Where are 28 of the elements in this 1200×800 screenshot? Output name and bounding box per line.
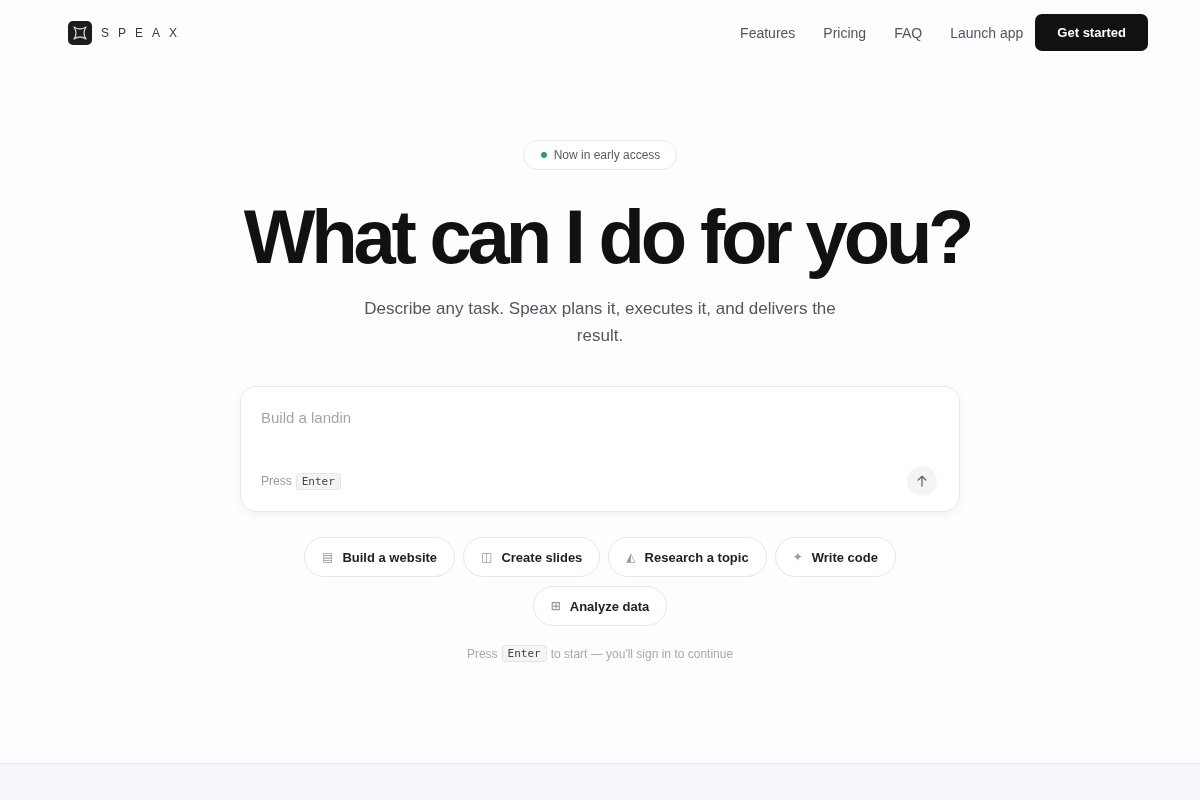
- hero-subtitle: Describe any task. Speax plans it, executes it, and delivers the result.: [363, 298, 837, 347]
- nav-link[interactable]: Features: [740, 24, 796, 41]
- send-button[interactable]: [907, 466, 937, 496]
- footer-hint-text: Press: [466, 646, 498, 661]
- nav-link[interactable]: FAQ: [894, 24, 923, 41]
- suggestion-chip[interactable]: ◭ Research a topic: [608, 537, 767, 577]
- arrow-up-icon: [916, 475, 928, 487]
- footer-hint-text: to start — you'll sign in to continue: [550, 646, 734, 661]
- enter-key: Enter: [501, 645, 547, 662]
- prompt-field[interactable]: Build a landin: [261, 407, 937, 429]
- get-started-button[interactable]: Get started: [1035, 14, 1148, 51]
- suggestion-chip[interactable]: ▤ Build a website: [304, 537, 456, 577]
- split-square-icon: ◫: [481, 551, 493, 563]
- squared-plus-icon: ⊞: [550, 600, 561, 612]
- hint-text: Press: [261, 474, 292, 488]
- status-dot-icon: [540, 152, 547, 158]
- logo-wordmark: SPEAX: [101, 26, 187, 39]
- suggestion-chip[interactable]: ✦ Write code: [774, 537, 896, 577]
- nav-link[interactable]: Launch app: [950, 24, 1024, 41]
- lined-square-icon: ▤: [322, 551, 334, 563]
- logo-icon: [68, 20, 92, 45]
- half-triangle-icon: ◭: [626, 551, 636, 563]
- sparkle-icon: ✦: [792, 551, 803, 563]
- badge-text: Now in early access: [553, 148, 661, 162]
- enter-key: Enter: [295, 472, 341, 490]
- suggestion-chip[interactable]: ◫ Create slides: [463, 537, 601, 577]
- nav-link[interactable]: Pricing: [823, 24, 867, 41]
- suggestion-chip[interactable]: ⊞ Analyze data: [532, 586, 668, 626]
